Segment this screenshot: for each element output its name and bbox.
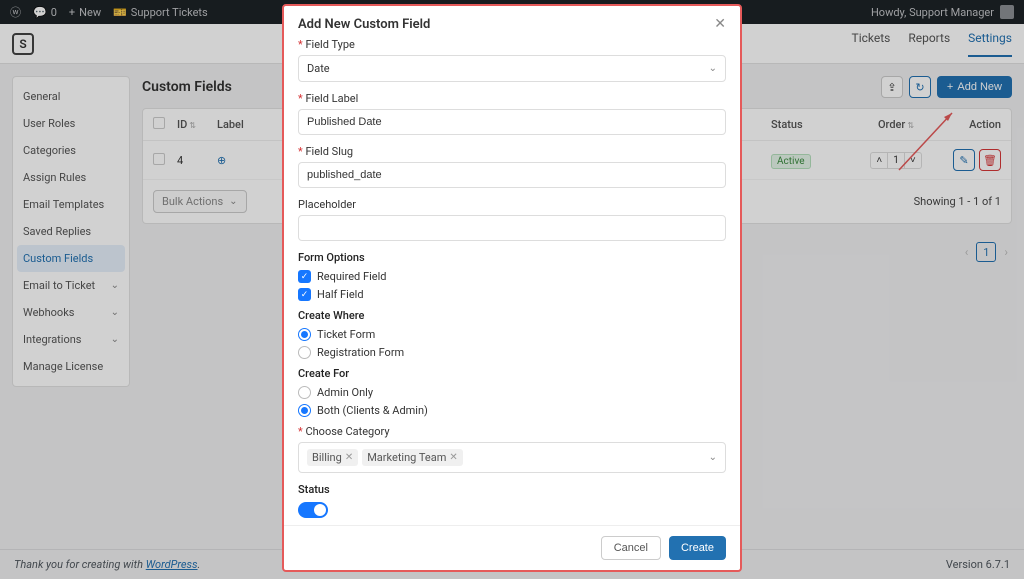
- field-type-label: Field Type: [298, 38, 726, 51]
- category-tag: Billing ✕: [307, 449, 358, 466]
- both-clients-admin-radio[interactable]: Both (Clients & Admin): [298, 404, 726, 417]
- chevron-down-icon: ⌄: [709, 63, 717, 74]
- placeholder-label: Placeholder: [298, 198, 726, 211]
- admin-only-radio[interactable]: Admin Only: [298, 386, 726, 399]
- field-slug-input[interactable]: [298, 162, 726, 188]
- placeholder-input[interactable]: [298, 215, 726, 241]
- create-where-heading: Create Where: [298, 309, 726, 322]
- modal-title: Add New Custom Field: [298, 17, 430, 32]
- remove-tag-icon[interactable]: ✕: [345, 452, 353, 463]
- half-field-checkbox[interactable]: ✓Half Field: [298, 288, 726, 301]
- create-for-heading: Create For: [298, 367, 726, 380]
- radio-icon: [298, 328, 311, 341]
- radio-icon: [298, 386, 311, 399]
- choose-category-label: Choose Category: [298, 425, 726, 438]
- cancel-button[interactable]: Cancel: [601, 536, 661, 560]
- close-icon[interactable]: ✕: [714, 16, 726, 32]
- ticket-form-radio[interactable]: Ticket Form: [298, 328, 726, 341]
- field-type-select[interactable]: Date⌄: [298, 55, 726, 82]
- check-icon: ✓: [298, 288, 311, 301]
- field-slug-label: Field Slug: [298, 145, 726, 158]
- modal-overlay: Add New Custom Field ✕ Field Type Date⌄ …: [0, 0, 1024, 579]
- add-custom-field-modal: Add New Custom Field ✕ Field Type Date⌄ …: [282, 4, 742, 572]
- form-options-heading: Form Options: [298, 251, 726, 264]
- radio-icon: [298, 404, 311, 417]
- status-toggle[interactable]: [298, 502, 328, 518]
- category-tag: Marketing Team ✕: [362, 449, 463, 466]
- field-label-label: Field Label: [298, 92, 726, 105]
- chevron-down-icon: ⌄: [709, 452, 717, 463]
- choose-category-select[interactable]: Billing ✕ Marketing Team ✕ ⌄: [298, 442, 726, 473]
- registration-form-radio[interactable]: Registration Form: [298, 346, 726, 359]
- required-field-checkbox[interactable]: ✓Required Field: [298, 270, 726, 283]
- remove-tag-icon[interactable]: ✕: [449, 452, 457, 463]
- field-label-input[interactable]: [298, 109, 726, 135]
- status-heading: Status: [298, 483, 726, 496]
- radio-icon: [298, 346, 311, 359]
- create-button[interactable]: Create: [669, 536, 726, 560]
- check-icon: ✓: [298, 270, 311, 283]
